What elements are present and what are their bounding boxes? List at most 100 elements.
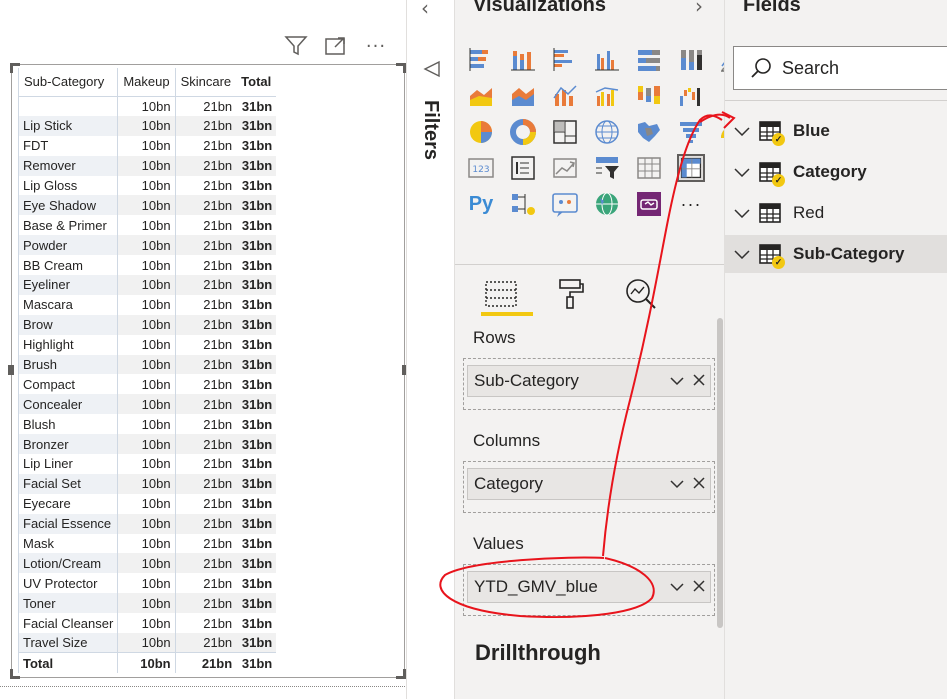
matrix-row[interactable]: Brow 10bn 21bn 31bn — [17, 314, 277, 335]
matrix-cell-sub-category[interactable]: Facial Essence — [17, 513, 119, 534]
matrix-row[interactable]: UV Protector 10bn 21bn 31bn — [17, 573, 277, 594]
matrix-row[interactable]: Facial Cleanser 10bn 21bn 31bn — [17, 613, 277, 634]
resize-corner-bottom-right[interactable] — [396, 669, 406, 679]
matrix-row[interactable]: Highlight 10bn 21bn 31bn — [17, 334, 277, 355]
matrix-row[interactable]: Toner 10bn 21bn 31bn — [17, 593, 277, 614]
100-stacked-column-chart-icon[interactable] — [677, 46, 705, 74]
matrix-cell-skincare[interactable]: 21bn — [175, 136, 236, 156]
matrix-cell-makeup[interactable]: 10bn — [117, 434, 176, 455]
matrix-cell-makeup[interactable]: 10bn — [117, 155, 176, 176]
matrix-cell-skincare[interactable]: 21bn — [175, 473, 237, 494]
matrix-cell-total[interactable]: 31bn — [236, 414, 276, 434]
matrix-cell-skincare[interactable]: 21bn — [175, 255, 236, 275]
matrix-cell-total[interactable]: 31bn — [236, 176, 276, 196]
columns-field-pill[interactable]: Category — [467, 468, 711, 500]
stacked-bar-chart-icon[interactable] — [467, 46, 495, 74]
focus-mode-icon[interactable] — [323, 34, 349, 58]
key-influencers-icon[interactable] — [509, 190, 537, 218]
matrix-cell-total[interactable]: 31bn — [236, 295, 276, 315]
matrix-cell-sub-category[interactable]: Eyeliner — [17, 275, 119, 295]
matrix-cell-skincare[interactable]: 21bn — [175, 374, 236, 394]
matrix-cell-total[interactable]: 31bn — [236, 136, 276, 156]
stacked-column-chart-icon[interactable] — [509, 46, 537, 74]
matrix-total-makeup[interactable]: 10bn — [117, 652, 176, 673]
matrix-cell-makeup[interactable]: 10bn — [117, 294, 176, 315]
matrix-row[interactable]: Concealer 10bn 21bn 31bn — [17, 394, 277, 415]
matrix-cell-makeup[interactable]: 10bn — [117, 255, 176, 276]
matrix-cell-sub-category[interactable]: Eye Shadow — [17, 195, 119, 216]
stacked-area-chart-icon[interactable] — [509, 82, 537, 110]
matrix-cell-makeup[interactable]: 10bn — [117, 493, 176, 514]
matrix-cell-skincare[interactable]: 21bn — [175, 235, 237, 256]
chevron-down-icon[interactable] — [666, 373, 688, 390]
filters-pane-collapsed[interactable]: ‹ Filters — [406, 0, 454, 699]
matrix-cell-total[interactable]: 31bn — [236, 633, 277, 653]
treemap-icon[interactable] — [551, 118, 579, 146]
donut-chart-icon[interactable] — [509, 118, 537, 146]
matrix-row[interactable]: BB Cream 10bn 21bn 31bn — [17, 255, 277, 276]
matrix-cell-sub-category[interactable]: Bronzer — [17, 434, 119, 455]
matrix-cell-makeup[interactable]: 10bn — [117, 454, 176, 474]
matrix-total-label[interactable]: Total — [17, 652, 119, 673]
matrix-cell-skincare[interactable]: 21bn — [175, 414, 236, 434]
matrix-cell-total[interactable]: 31bn — [236, 394, 277, 415]
chevron-down-icon[interactable] — [666, 476, 688, 493]
matrix-cell-makeup[interactable]: 10bn — [117, 513, 176, 534]
visualizations-scrollbar[interactable] — [717, 318, 723, 628]
decomposition-tree-icon[interactable] — [551, 190, 579, 218]
matrix-cell-makeup[interactable]: 10bn — [117, 215, 176, 236]
chevron-down-icon[interactable] — [727, 123, 757, 139]
matrix-cell-sub-category[interactable]: Lip Liner — [17, 454, 119, 474]
matrix-cell-total[interactable]: 31bn — [236, 513, 277, 534]
kpi-icon[interactable] — [551, 154, 579, 182]
chevron-down-icon[interactable] — [666, 579, 688, 596]
matrix-cell-skincare[interactable]: 21bn — [175, 513, 237, 534]
matrix-cell-total[interactable]: 31bn — [236, 115, 277, 136]
remove-field-close-icon[interactable] — [688, 579, 710, 596]
matrix-cell-sub-category[interactable]: Compact — [17, 374, 119, 395]
matrix-cell-sub-category[interactable]: Toner — [17, 593, 119, 614]
matrix-cell-makeup[interactable]: 10bn — [117, 354, 176, 375]
matrix-row[interactable]: Facial Set 10bn 21bn 31bn — [17, 473, 277, 494]
matrix-cell-makeup[interactable]: 10bn — [117, 195, 176, 216]
matrix-cell-skincare[interactable]: 21bn — [175, 633, 237, 653]
fields-tab[interactable] — [481, 272, 533, 316]
matrix-cell-skincare[interactable]: 21bn — [175, 96, 236, 116]
matrix-row[interactable]: Travel Size 10bn 21bn 31bn — [17, 633, 277, 653]
clustered-column-chart-icon[interactable] — [593, 46, 621, 74]
matrix-row[interactable]: Eye Shadow 10bn 21bn 31bn — [17, 195, 277, 216]
filters-label[interactable]: Filters — [419, 100, 442, 160]
matrix-cell-skincare[interactable]: 21bn — [175, 275, 237, 295]
matrix-row[interactable]: Lip Gloss 10bn 21bn 31bn — [17, 175, 277, 196]
matrix-cell-makeup[interactable]: 10bn — [117, 135, 176, 156]
arcgis-map-icon[interactable] — [593, 190, 621, 218]
matrix-cell-skincare[interactable]: 21bn — [175, 354, 237, 375]
matrix-cell-total[interactable]: 31bn — [236, 314, 277, 335]
field-table-sub-category[interactable]: ✓ Sub-Category — [725, 235, 947, 273]
chevron-down-icon[interactable] — [727, 164, 757, 180]
more-options-icon[interactable]: ··· — [363, 34, 389, 58]
matrix-cell-sub-category[interactable]: Remover — [17, 155, 119, 176]
matrix-cell-makeup[interactable]: 10bn — [117, 314, 176, 335]
matrix-cell-skincare[interactable]: 21bn — [175, 295, 236, 315]
matrix-cell-total[interactable]: 31bn — [236, 534, 276, 554]
matrix-cell-total[interactable]: 31bn — [236, 235, 277, 256]
power-apps-icon[interactable] — [635, 190, 663, 218]
matrix-cell-sub-category[interactable]: Lip Stick — [17, 115, 119, 136]
filter-icon[interactable] — [283, 34, 309, 58]
matrix-cell-total[interactable]: 31bn — [236, 573, 276, 593]
matrix-cell-skincare[interactable]: 21bn — [175, 155, 237, 176]
resize-corner-top-right[interactable] — [396, 63, 406, 73]
matrix-cell-sub-category[interactable]: Brow — [17, 314, 119, 335]
matrix-cell-skincare[interactable]: 21bn — [175, 195, 237, 216]
visualizations-collapse-chevron-icon[interactable]: › — [695, 0, 703, 18]
matrix-header-sub-category[interactable]: Sub-Category — [17, 68, 119, 97]
matrix-cell-skincare[interactable]: 21bn — [175, 553, 237, 574]
matrix-row[interactable]: Lotion/Cream 10bn 21bn 31bn — [17, 553, 277, 574]
matrix-cell-total[interactable]: 31bn — [236, 255, 276, 275]
values-field-pill[interactable]: YTD_GMV_blue — [467, 571, 711, 603]
matrix-cell-total[interactable]: 31bn — [236, 275, 277, 295]
matrix-cell-total[interactable]: 31bn — [236, 155, 277, 176]
matrix-total-row[interactable]: Total 10bn 21bn 31bn — [17, 652, 277, 673]
matrix-cell-skincare[interactable]: 21bn — [175, 434, 237, 455]
